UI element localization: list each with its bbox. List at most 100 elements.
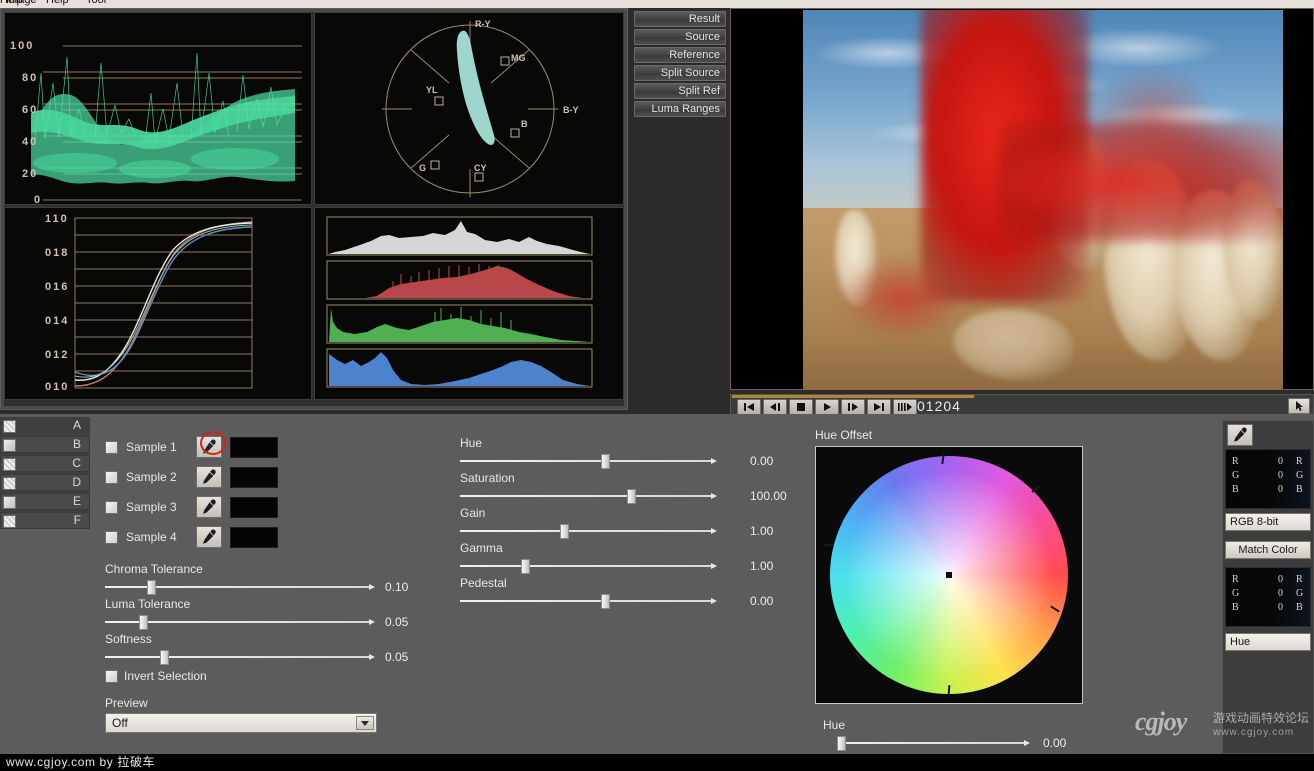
hue-offset-slider-value: 0.00 [1043, 736, 1067, 750]
view-mode-result[interactable]: Result [634, 11, 726, 27]
pedestal-track[interactable] [460, 598, 717, 604]
sample-row-2: Sample 2 [105, 466, 278, 488]
hue-track[interactable] [460, 458, 717, 464]
view-mode-split-source[interactable]: Split Source [634, 65, 726, 81]
correction-group-b-checkbox[interactable] [3, 439, 16, 452]
sample-row-1: Sample 1 [105, 431, 278, 458]
svg-text:B-Y: B-Y [563, 105, 579, 115]
sample-row-3: Sample 3 [105, 496, 278, 518]
readout-eyedropper-icon[interactable] [1227, 424, 1253, 446]
view-mode-reference[interactable]: Reference [634, 47, 726, 63]
sample-1-eyedropper-icon[interactable] [196, 431, 226, 458]
correction-group-f-checkbox[interactable] [3, 515, 16, 528]
softness-knob[interactable] [160, 650, 169, 665]
correction-group-b[interactable]: B [0, 436, 90, 453]
curves-tick-012: 012 [45, 349, 70, 361]
luma-tolerance-knob[interactable] [139, 615, 148, 630]
curves-tick-016: 016 [45, 281, 70, 293]
correction-group-f[interactable]: F [0, 512, 90, 529]
softness-label: Softness [105, 632, 152, 646]
gamma-track[interactable] [460, 563, 717, 569]
step-back-button[interactable] [763, 399, 787, 415]
pedestal-knob[interactable] [601, 594, 610, 609]
preview-dropdown[interactable]: Off [105, 713, 377, 733]
source-value-g: 0 [1278, 470, 1283, 481]
menu-item-help[interactable]: Help [46, 0, 69, 6]
correction-group-c-checkbox[interactable] [3, 458, 16, 471]
sample-4-eyedropper-icon[interactable] [196, 526, 222, 548]
hue-offset-wheel-box[interactable] [815, 446, 1083, 704]
gain-control: Gain 1.00 [460, 506, 780, 539]
correction-group-e[interactable]: E [0, 493, 90, 510]
hue-knob[interactable] [601, 454, 610, 469]
play-range-button[interactable] [893, 399, 917, 415]
color-correction-controls: A B C D E F Sample 1 Sample 2 Sample 3 S… [0, 414, 1314, 754]
sample-4-checkbox[interactable] [105, 530, 118, 544]
correction-group-d-checkbox[interactable] [3, 477, 16, 490]
correction-group-a[interactable]: A [0, 417, 90, 434]
video-preview[interactable] [803, 10, 1283, 390]
go-to-start-button[interactable] [737, 399, 761, 415]
sample-2-eyedropper-icon[interactable] [196, 466, 222, 488]
waveform-tick-100: 100 [10, 40, 35, 52]
color-mode-dropdown[interactable]: Hue [1225, 633, 1311, 651]
saturation-track[interactable] [460, 493, 717, 499]
gain-track[interactable] [460, 528, 717, 534]
curves-tick-014: 014 [45, 315, 70, 327]
svg-text:G: G [419, 163, 426, 173]
sample-1-color-swatch[interactable] [230, 436, 278, 458]
key-selection-panel: Sample 1 Sample 2 Sample 3 Sample 4 Chro… [95, 414, 455, 754]
correction-group-e-checkbox[interactable] [3, 496, 16, 509]
source-value-b: 0 [1278, 484, 1283, 495]
video-monitor-panel: 01204 [730, 8, 1314, 418]
chroma-tolerance-knob[interactable] [147, 580, 156, 595]
sample-3-color-swatch[interactable] [230, 496, 278, 518]
invert-selection-checkbox[interactable] [105, 669, 118, 683]
rgb-histograms[interactable] [314, 207, 624, 400]
vectorscope[interactable]: R-Y B-Y MG YL B G CY [314, 12, 624, 205]
view-mode-luma-ranges[interactable]: Luma Ranges [634, 101, 726, 117]
svg-text:B: B [521, 119, 528, 129]
sample-3-eyedropper-icon[interactable] [196, 496, 222, 518]
hue-offset-marker[interactable] [946, 572, 952, 578]
match-color-button[interactable]: Match Color [1225, 541, 1311, 559]
cursor-tool-button[interactable] [1288, 398, 1310, 414]
gamma-control: Gamma 1.00 [460, 541, 780, 574]
correction-group-list: A B C D E F [0, 417, 90, 529]
hue-offset-title: Hue Offset [815, 428, 873, 442]
step-forward-button[interactable] [841, 399, 865, 415]
hue-offset-slider-track[interactable] [837, 740, 1030, 746]
view-mode-source[interactable]: Source [634, 29, 726, 45]
play-button[interactable] [815, 399, 839, 415]
sample-3-checkbox[interactable] [105, 500, 118, 514]
hue-value: 0.00 [750, 454, 774, 468]
correction-group-f-label: F [73, 513, 81, 527]
gamma-knob[interactable] [521, 559, 530, 574]
sample-1-checkbox[interactable] [105, 440, 118, 454]
stop-button[interactable] [789, 399, 813, 415]
gain-knob[interactable] [560, 524, 569, 539]
view-mode-split-ref[interactable]: Split Ref [634, 83, 726, 99]
correction-group-d[interactable]: D [0, 474, 90, 491]
chroma-tolerance-track[interactable] [105, 584, 375, 590]
pedestal-control: Pedestal 0.00 [460, 576, 780, 609]
go-to-end-button[interactable] [867, 399, 891, 415]
correction-group-c[interactable]: C [0, 455, 90, 472]
sample-row-4: Sample 4 [105, 526, 278, 548]
hue-offset-slider-knob[interactable] [837, 736, 846, 751]
menu-item-help2[interactable]: Help [0, 0, 23, 6]
color-format-dropdown[interactable]: RGB 8-bit [1225, 513, 1311, 531]
luma-tolerance-label: Luma Tolerance [105, 597, 191, 611]
curves-graph[interactable]: 110 018 016 014 012 010 [4, 207, 312, 400]
chevron-down-icon[interactable] [356, 716, 374, 730]
sample-2-color-swatch[interactable] [230, 466, 278, 488]
waveform-monitor[interactable]: 100 80 60 40 20 0 [4, 12, 312, 205]
saturation-knob[interactable] [627, 489, 636, 504]
sample-4-color-swatch[interactable] [230, 526, 278, 548]
menu-item-tool[interactable]: Tool [86, 0, 106, 6]
invert-selection-row[interactable]: Invert Selection [105, 669, 207, 683]
softness-track[interactable] [105, 654, 375, 660]
correction-group-a-checkbox[interactable] [3, 420, 16, 433]
source-mirror-r: R [1296, 456, 1303, 467]
sample-2-checkbox[interactable] [105, 470, 118, 484]
